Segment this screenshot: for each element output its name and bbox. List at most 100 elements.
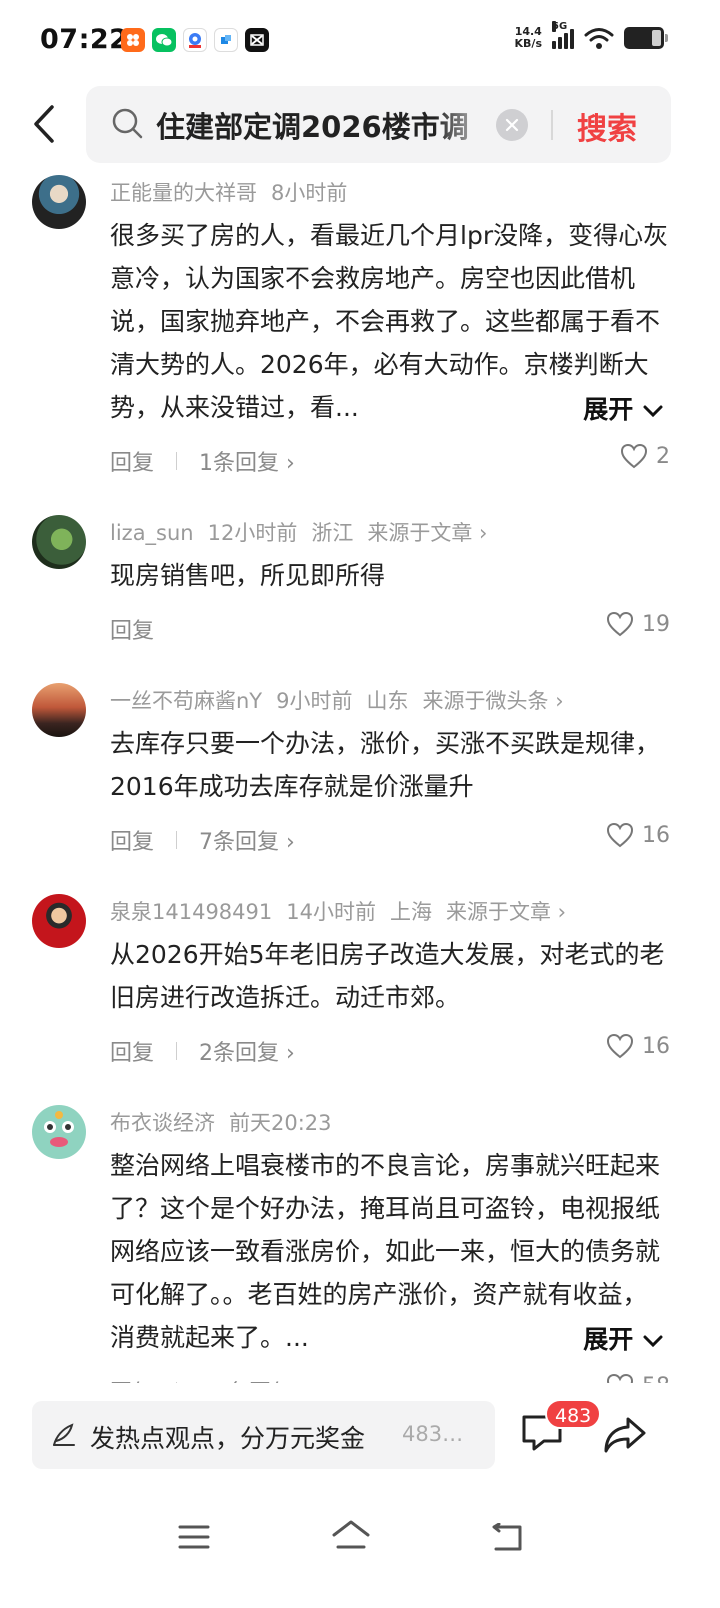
username[interactable]: 布衣谈经济	[110, 1111, 215, 1135]
search-divider	[551, 110, 553, 140]
heart-icon	[620, 443, 648, 469]
like-count: 19	[642, 611, 670, 637]
search-input[interactable]	[156, 103, 496, 147]
back-nav-icon[interactable]	[490, 1523, 524, 1553]
share-icon[interactable]	[602, 1415, 648, 1455]
expand-button[interactable]: 展开	[583, 390, 664, 426]
reply-button[interactable]: 回复	[110, 1375, 154, 1383]
like-button[interactable]: 2	[620, 443, 670, 469]
divider	[176, 452, 178, 470]
comment-input-placeholder: 发热点观点，分万元奖金	[90, 1424, 366, 1453]
pen-icon	[53, 1423, 75, 1446]
like-count: 58	[642, 1374, 670, 1384]
comment-time: 12小时前	[207, 521, 298, 545]
shopping-app-icon	[121, 28, 145, 52]
cellular-signal-icon: 5G	[552, 21, 574, 49]
comment-actions: 回复 2条回复	[110, 1035, 295, 1067]
battery-icon	[624, 27, 668, 49]
username[interactable]: 泉泉141498491	[110, 900, 272, 924]
comment-meta: 布衣谈经济 前天20:23	[110, 1107, 346, 1137]
comment-time: 前天20:23	[229, 1111, 332, 1135]
avatar[interactable]	[32, 515, 86, 569]
divider	[176, 831, 178, 849]
search-button[interactable]: 搜索	[577, 104, 637, 148]
source-link[interactable]: 来源于微头条	[423, 689, 564, 713]
username[interactable]: 正能量的大祥哥	[110, 181, 257, 205]
heart-icon	[606, 822, 634, 848]
avatar[interactable]	[32, 894, 86, 948]
wifi-icon	[584, 28, 614, 49]
comment-actions: 回复	[110, 613, 154, 645]
username[interactable]: 一丝不苟麻酱nY	[110, 689, 262, 713]
comment-time: 14小时前	[286, 900, 376, 924]
comment-count-badge: 483	[545, 1399, 602, 1429]
chevron-down-icon	[643, 1335, 663, 1348]
network-speed: 14.4 KB/s	[514, 25, 542, 50]
comment-text[interactable]: 现房销售吧，所见即所得	[110, 554, 670, 597]
comment-count-hint: 483…	[402, 1422, 464, 1446]
close-icon	[505, 118, 519, 132]
comment-time: 8小时前	[271, 181, 348, 205]
wechat-icon	[152, 28, 176, 52]
comment-location: 上海	[389, 900, 432, 924]
like-button[interactable]: 58	[606, 1373, 670, 1383]
comment-time: 9小时前	[276, 689, 353, 713]
back-button[interactable]	[22, 102, 66, 146]
reply-button[interactable]: 回复	[110, 824, 154, 856]
comment-text[interactable]: 从2026开始5年老旧房子改造大发展，对老式的老旧房进行改造拆迁。动迁市郊。	[110, 933, 670, 1019]
source-link[interactable]: 来源于文章	[446, 900, 566, 924]
source-link[interactable]: 来源于文章	[367, 521, 487, 545]
reply-button[interactable]: 回复	[110, 613, 154, 645]
like-count: 16	[642, 1033, 670, 1059]
avatar[interactable]	[32, 175, 86, 229]
heart-icon	[606, 611, 634, 637]
avatar[interactable]	[32, 683, 86, 737]
comment-meta: 一丝不苟麻酱nY 9小时前 山东 来源于微头条	[110, 685, 578, 715]
chevron-left-icon	[34, 105, 54, 143]
reply-button[interactable]: 回复	[110, 1035, 154, 1067]
capcut-icon	[245, 28, 269, 52]
view-replies-link[interactable]: 1条回复	[199, 445, 295, 477]
heart-icon	[606, 1373, 634, 1383]
comment-actions: 回复 1条回复	[110, 445, 295, 477]
comment-location: 浙江	[311, 521, 354, 545]
like-button[interactable]: 16	[606, 1033, 670, 1059]
like-button[interactable]: 16	[606, 822, 670, 848]
comment-list: 正能量的大祥哥 8小时前 很多买了房的人，看最近几个月lpr没降，变得心灰意冷，认…	[0, 165, 720, 1383]
status-time: 07:22	[40, 24, 129, 55]
comment-text[interactable]: 去库存只要一个办法，涨价，买涨不买跌是规律，2016年成功去库存就是价涨量升	[110, 722, 670, 808]
comment-input[interactable]: 发热点观点，分万元奖金 483…	[32, 1401, 495, 1469]
status-bar: 07:22 14.4 KB/s 5G	[0, 0, 720, 80]
comment-meta: 泉泉141498491 14小时前 上海 来源于文章	[110, 896, 580, 926]
home-icon[interactable]	[331, 1519, 371, 1551]
monster-avatar-icon	[44, 1111, 74, 1147]
divider	[176, 1042, 178, 1060]
blue-app-icon	[214, 28, 238, 52]
username[interactable]: liza_sun	[110, 521, 194, 545]
view-replies-link[interactable]: 7条回复	[199, 824, 295, 856]
avatar[interactable]	[32, 1105, 86, 1159]
comment-location: 山东	[366, 689, 409, 713]
expand-button[interactable]: 展开	[583, 1320, 664, 1356]
comment-meta: 正能量的大祥哥 8小时前	[110, 177, 361, 207]
like-count: 2	[656, 443, 670, 469]
view-replies-link[interactable]: 42条回复	[199, 1375, 309, 1383]
search-icon	[112, 108, 143, 139]
comment-actions: 回复 7条回复	[110, 824, 295, 856]
comment-bar: 发热点观点，分万元奖金 483… 483	[0, 1383, 720, 1483]
comment-actions: 回复 42条回复	[110, 1375, 309, 1383]
notification-icons	[121, 28, 269, 52]
comment-meta: liza_sun 12小时前 浙江 来源于文章	[110, 517, 501, 547]
menu-icon[interactable]	[178, 1523, 210, 1551]
like-count: 16	[642, 822, 670, 848]
heart-icon	[606, 1033, 634, 1059]
system-nav-bar	[0, 1483, 720, 1608]
chevron-down-icon	[643, 405, 663, 418]
search-bar: 搜索	[86, 86, 671, 163]
like-button[interactable]: 19	[606, 611, 670, 637]
baidu-map-icon	[183, 28, 207, 52]
status-right: 14.4 KB/s 5G	[514, 21, 668, 50]
clear-search-button[interactable]	[496, 109, 528, 141]
reply-button[interactable]: 回复	[110, 445, 154, 477]
view-replies-link[interactable]: 2条回复	[199, 1035, 295, 1067]
